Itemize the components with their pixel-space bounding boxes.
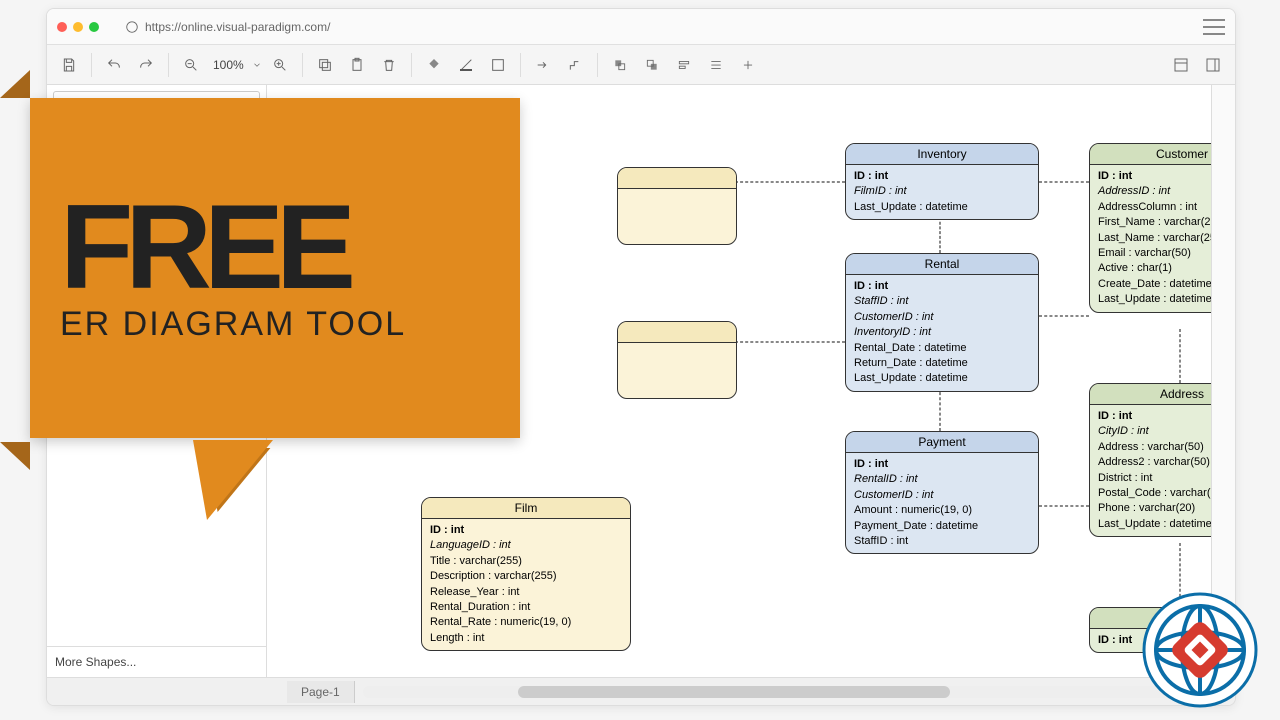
- toolbar: 100%: [47, 45, 1235, 85]
- entity-hidden[interactable]: [617, 321, 737, 399]
- outline-panel-icon[interactable]: [1167, 51, 1195, 79]
- add-icon[interactable]: [734, 51, 762, 79]
- separator: [302, 53, 303, 77]
- right-scrollbar[interactable]: [1211, 85, 1235, 677]
- menu-icon[interactable]: [1203, 19, 1225, 35]
- app-window: https://online.visual-paradigm.com/ 100%: [46, 8, 1236, 706]
- fill-icon[interactable]: [420, 51, 448, 79]
- shape-green[interactable]: [80, 145, 104, 163]
- to-front-icon[interactable]: [606, 51, 634, 79]
- connector: [939, 387, 941, 431]
- entity-header: Inventory: [846, 144, 1038, 165]
- separator: [597, 53, 598, 77]
- connector-icon[interactable]: [529, 51, 557, 79]
- format-panel-icon[interactable]: [1199, 51, 1227, 79]
- separator: [168, 53, 169, 77]
- connector: [1039, 315, 1089, 317]
- save-icon[interactable]: [55, 51, 83, 79]
- scroll-thumb[interactable]: [518, 686, 950, 698]
- address-bar[interactable]: https://online.visual-paradigm.com/: [125, 20, 1197, 34]
- horizontal-scrollbar[interactable]: [363, 686, 1227, 698]
- entity-body: ID : intFilmID : intLast_Update : dateti…: [846, 165, 1038, 219]
- separator: [91, 53, 92, 77]
- distribute-icon[interactable]: [702, 51, 730, 79]
- page-tab[interactable]: Page-1: [287, 681, 355, 703]
- search-input[interactable]: [53, 91, 260, 117]
- entity-body: ID : intLanguageID : intTitle : varchar(…: [422, 519, 630, 650]
- connector: [1179, 329, 1181, 383]
- entity-body: ID : intRentalID : intCustomerID : intAm…: [846, 453, 1038, 553]
- entity-header: Film: [422, 498, 630, 519]
- titlebar: https://online.visual-paradigm.com/: [47, 9, 1235, 45]
- to-back-icon[interactable]: [638, 51, 666, 79]
- more-shapes-button[interactable]: More Shapes...: [47, 646, 266, 677]
- category-label: Entity Relationship: [63, 125, 162, 139]
- banner-fold: [0, 70, 30, 98]
- entity-header: Payment: [846, 432, 1038, 453]
- category-entity[interactable]: ▾ Entity Relationship: [53, 125, 260, 139]
- connector: [939, 217, 941, 253]
- entity-inventory[interactable]: Inventory ID : intFilmID : intLast_Updat…: [845, 143, 1039, 220]
- entity-header: Address: [1090, 384, 1211, 405]
- entity-body: ID : intCityID : intAddress : varchar(50…: [1090, 405, 1211, 536]
- entity-header: Customer: [1090, 144, 1211, 165]
- undo-icon[interactable]: [100, 51, 128, 79]
- copy-icon[interactable]: [311, 51, 339, 79]
- align-icon[interactable]: [670, 51, 698, 79]
- workspace: ▾ Entity Relationship More Shapes... Inv…: [47, 85, 1235, 677]
- connector: [1039, 181, 1089, 183]
- redo-icon[interactable]: [132, 51, 160, 79]
- separator: [411, 53, 412, 77]
- product-logo-icon: [1140, 590, 1260, 710]
- waypoint-icon[interactable]: [561, 51, 589, 79]
- footer: Page-1: [47, 677, 1235, 705]
- chevron-down-icon[interactable]: [252, 60, 262, 70]
- zoom-level[interactable]: 100%: [209, 58, 248, 72]
- zoom-in-icon[interactable]: [266, 51, 294, 79]
- connector: [735, 181, 845, 183]
- entity-customer[interactable]: Customer ID : intAddressID : intAddressC…: [1089, 143, 1211, 313]
- delete-icon[interactable]: [375, 51, 403, 79]
- entity-header: Rental: [846, 254, 1038, 275]
- sidebar: ▾ Entity Relationship More Shapes...: [47, 85, 267, 677]
- connector: [1039, 505, 1089, 507]
- banner-fold: [0, 442, 30, 470]
- entity-body: ID : intStaffID : intCustomerID : intInv…: [846, 275, 1038, 391]
- paste-icon[interactable]: [343, 51, 371, 79]
- entity-payment[interactable]: Payment ID : intRentalID : intCustomerID…: [845, 431, 1039, 554]
- entity-address[interactable]: Address ID : intCityID : intAddress : va…: [1089, 383, 1211, 537]
- entity-film[interactable]: Film ID : intLanguageID : intTitle : var…: [421, 497, 631, 651]
- shape-style-icon[interactable]: [484, 51, 512, 79]
- close-dot[interactable]: [57, 22, 67, 32]
- minimize-dot[interactable]: [73, 22, 83, 32]
- zoom-dot[interactable]: [89, 22, 99, 32]
- entity-rental[interactable]: Rental ID : intStaffID : intCustomerID :…: [845, 253, 1039, 392]
- connector: [735, 341, 845, 343]
- separator: [520, 53, 521, 77]
- entity-body: ID : intAddressID : intAddressColumn : i…: [1090, 165, 1211, 312]
- canvas[interactable]: Inventory ID : intFilmID : intLast_Updat…: [267, 85, 1211, 677]
- stroke-icon[interactable]: [452, 51, 480, 79]
- zoom-out-icon[interactable]: [177, 51, 205, 79]
- shape-yellow[interactable]: [53, 145, 77, 163]
- entity-hidden[interactable]: [617, 167, 737, 245]
- url-text: https://online.visual-paradigm.com/: [145, 20, 330, 34]
